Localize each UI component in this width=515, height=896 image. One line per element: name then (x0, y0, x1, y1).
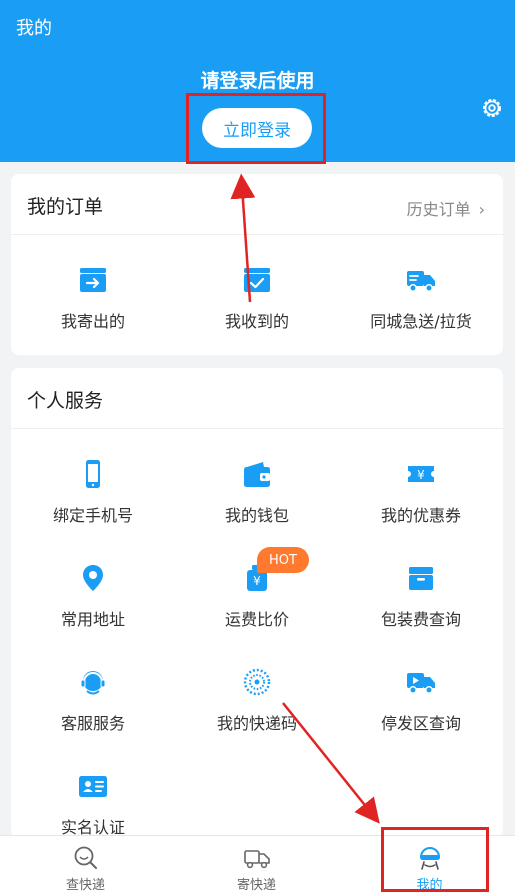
received-box-icon (244, 268, 270, 292)
service-addresses[interactable]: 常用地址 (11, 562, 175, 642)
hot-badge: HOT (257, 547, 309, 573)
phone-icon (86, 460, 100, 488)
service-label: 常用地址 (60, 610, 125, 629)
profile-icon (420, 847, 440, 870)
tab-track-express[interactable]: 查快递 (0, 836, 171, 896)
orders-card-header: 我的订单 历史订单 › (11, 174, 503, 235)
coupon-icon: ¥ (408, 466, 434, 482)
service-label: 我的快递码 (216, 714, 297, 733)
tab-label: 寄快递 (236, 878, 276, 893)
order-item-same-city[interactable]: 同城急送/拉货 (339, 264, 503, 344)
service-label: 客服服务 (60, 714, 125, 733)
tab-label: 我的 (416, 878, 443, 893)
service-label: 我的钱包 (224, 506, 289, 525)
headset-icon (80, 671, 106, 695)
search-icon (74, 846, 97, 869)
chevron-right-icon: › (478, 200, 485, 219)
truck-icon (244, 850, 270, 869)
service-express-code[interactable]: 我的快递码 (175, 666, 339, 746)
tab-send-express[interactable]: 寄快递 (171, 836, 342, 896)
order-item-received[interactable]: 我收到的 (175, 264, 339, 344)
order-item-label: 我寄出的 (60, 312, 125, 331)
order-item-label: 同城急送/拉货 (370, 312, 472, 331)
service-label: 我的优惠券 (380, 506, 461, 525)
service-packaging-fee[interactable]: 包装费查询 (339, 562, 503, 642)
stop-truck-icon (407, 673, 435, 694)
service-suspended-area[interactable]: 停发区查询 (339, 666, 503, 746)
order-item-label: 我收到的 (224, 312, 289, 331)
services-card-header: 个人服务 (11, 368, 503, 429)
bottom-tab-bar: 查快递 寄快递 我的 (0, 835, 515, 896)
profile-header: 我的 请登录后使用 立即登录 (0, 0, 515, 162)
history-orders-label: 历史订单 (406, 200, 471, 219)
tab-label: 查快递 (65, 878, 105, 893)
send-box-icon (80, 268, 106, 292)
service-wallet[interactable]: 我的钱包 (175, 458, 339, 538)
service-label: 包装费查询 (380, 610, 461, 629)
service-coupon[interactable]: ¥ 我的优惠券 (339, 458, 503, 538)
service-label: 绑定手机号 (52, 506, 133, 525)
id-card-icon (79, 776, 107, 797)
service-price-compare[interactable]: ¥ 运费比价 (175, 562, 339, 642)
page-title: 我的 (16, 18, 52, 39)
service-bind-phone[interactable]: 绑定手机号 (11, 458, 175, 538)
gear-icon[interactable] (480, 96, 504, 120)
service-customer-service[interactable]: 客服服务 (11, 666, 175, 746)
login-button[interactable]: 立即登录 (202, 108, 312, 148)
svg-text:¥: ¥ (253, 574, 261, 588)
wallet-icon (244, 462, 270, 487)
service-label: 运费比价 (224, 610, 289, 629)
orders-card: 我的订单 历史订单 › 我寄出的 我收到的 同城急送/拉货 (11, 174, 503, 355)
services-title: 个人服务 (27, 390, 104, 412)
history-orders-link[interactable]: 历史订单 › (407, 196, 485, 220)
svg-text:¥: ¥ (417, 468, 425, 482)
service-label: 停发区查询 (380, 714, 461, 733)
orders-title: 我的订单 (27, 196, 104, 218)
order-item-sent[interactable]: 我寄出的 (11, 264, 175, 344)
qr-code-icon (243, 668, 271, 696)
delivery-truck-icon (407, 271, 435, 292)
services-card: 个人服务 绑定手机号 我的钱包 ¥ 我的优惠券 常用地址 ¥ 运费比价 包装费查… (11, 368, 503, 838)
login-hint: 请登录后使用 (200, 70, 315, 92)
tab-mine[interactable]: 我的 (344, 836, 515, 896)
package-box-icon (409, 567, 433, 590)
location-pin-icon (83, 565, 103, 591)
